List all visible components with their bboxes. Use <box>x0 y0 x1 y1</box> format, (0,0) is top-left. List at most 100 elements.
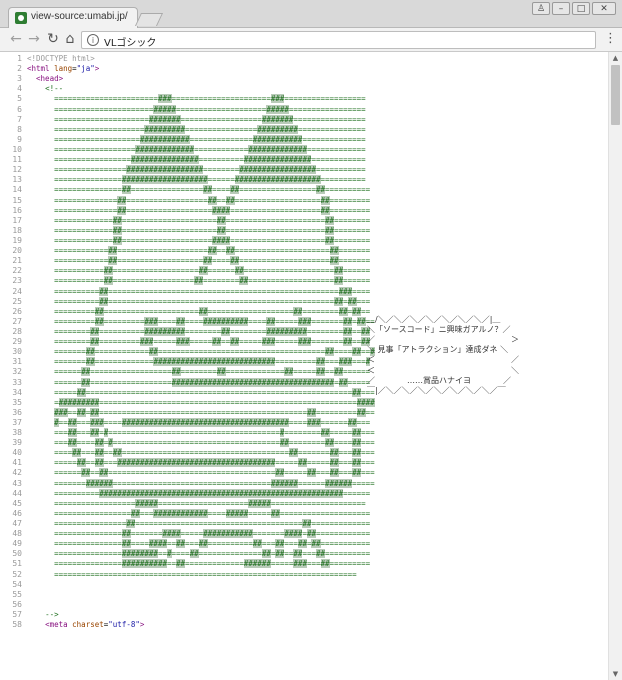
line-number: 20 <box>12 246 22 256</box>
line-code: ===========##===================##======… <box>54 266 371 276</box>
line-code: =====================#######============… <box>54 114 366 124</box>
line-code: =#########==============================… <box>54 397 375 407</box>
line-code: ==============##==================##==##… <box>54 195 371 205</box>
line-number: 7 <box>17 114 22 124</box>
source-line: 12 ================#################====… <box>0 165 608 175</box>
line-number: 32 <box>12 367 22 377</box>
close-button[interactable]: ✕ <box>592 2 616 15</box>
line-number: 13 <box>12 175 22 185</box>
minimize-button[interactable]: – <box>552 2 570 15</box>
line-number: 4 <box>17 84 22 94</box>
line-number: 10 <box>12 144 22 154</box>
source-line: 48 ===============##=======####=====####… <box>0 529 608 539</box>
line-code: ====================#########===========… <box>54 124 366 134</box>
line-code: ======================#####=============… <box>54 104 366 114</box>
line-code: ================#################=======… <box>54 165 366 175</box>
speech-bubble-line: ＼「ソースコード」ニ興味ガアルノ？／ <box>367 325 511 335</box>
line-code: =============##=====================##==… <box>54 225 371 235</box>
source-line: 13 ===============###################===… <box>0 175 608 185</box>
source-line: 6 ======================#####===========… <box>0 104 608 115</box>
line-code: =========##=====================##======… <box>54 306 371 316</box>
scroll-thumb[interactable] <box>611 65 620 125</box>
site-favicon-icon <box>15 12 27 24</box>
line-number: 41 <box>12 458 22 468</box>
address-bar[interactable]: i VLゴシック <box>81 31 596 49</box>
line-number: 14 <box>12 185 22 195</box>
line-code: =====##==##===##########################… <box>54 458 375 468</box>
speech-bubble-art: ＿/＼／＼／＼／＼／＼／＼／＼／|＿ ＼「ソースコード」ニ興味ガアルノ？／／ ＞ ＼… <box>367 315 522 396</box>
line-code: ===##====##=#===========================… <box>54 438 375 448</box>
line-code: ===============##########==##===========… <box>54 559 371 569</box>
line-code: <head> <box>36 74 64 84</box>
line-number: 1 <box>17 54 22 63</box>
scroll-up-icon[interactable]: ▲ <box>609 52 622 64</box>
reload-icon[interactable]: ↻ <box>45 31 61 47</box>
line-code: ==========##############################… <box>54 488 371 498</box>
line-code: ======##==================##========##==… <box>54 367 371 377</box>
source-line: 46 =================##===############===… <box>0 508 608 519</box>
source-line: 10 ==================#############======… <box>0 144 608 155</box>
line-number: 36 <box>12 407 22 417</box>
source-line: 15 ==============##==================##=… <box>0 195 608 206</box>
line-number: 15 <box>12 195 22 205</box>
line-number: 2 <box>17 64 22 74</box>
line-code: --> <box>45 610 59 620</box>
line-number: 39 <box>12 438 22 448</box>
source-line: 2 <html lang="ja"> <box>0 64 608 74</box>
line-code: ===============########==#====##========… <box>54 549 371 559</box>
info-icon[interactable]: i <box>87 34 99 46</box>
line-number: 11 <box>12 155 22 165</box>
line-number: 38 <box>12 428 22 438</box>
title-bar: view-source:umabi.jp/ ♙ – □ ✕ <box>0 0 622 28</box>
line-code: <!-- <box>45 84 64 94</box>
line-code: =======##=============##################… <box>54 357 371 367</box>
source-line: 8 ====================#########=========… <box>0 124 608 135</box>
source-view: 1 <!DOCTYPE html> 2 <html lang="ja"> 3 <head… <box>0 52 622 680</box>
line-code: ==================#############=========… <box>54 144 366 154</box>
source-line: 21 ============##===================##==… <box>0 256 608 266</box>
line-code: ======##==================##############… <box>54 377 371 387</box>
line-number: 42 <box>12 468 22 478</box>
line-code: ========================================… <box>54 569 357 579</box>
line-number: 9 <box>17 134 22 144</box>
line-number: 27 <box>12 316 22 326</box>
line-number: 47 <box>12 519 22 529</box>
line-number: 48 <box>12 529 22 539</box>
line-code: =================###############========… <box>54 155 366 165</box>
speech-bubble-line: ＜ ／ <box>367 355 519 365</box>
source-line: 50 ===============########==#====##=====… <box>0 549 608 559</box>
line-code: ===##===##=#============================… <box>54 428 375 438</box>
line-code: <meta charset="utf-8"> <box>45 620 145 630</box>
speech-bubble-line: ＼ 見事「アトラクション」達成ダネ ＼ <box>367 345 509 355</box>
line-code: ========##=========###=====###=====##==#… <box>54 337 371 347</box>
scroll-down-icon[interactable]: ▼ <box>609 668 622 680</box>
arrow-right-icon[interactable]: → <box>26 31 42 47</box>
source-line: 49 ===============##====####==##===##===… <box>0 539 608 549</box>
new-tab-button[interactable] <box>134 13 164 26</box>
user-profile-button[interactable]: ♙ <box>532 2 550 15</box>
line-number: 25 <box>12 296 22 306</box>
line-code: =====##=================================… <box>54 387 375 397</box>
source-line: 5 =======================###============… <box>0 94 608 104</box>
line-number: 44 <box>12 488 22 498</box>
browser-tab[interactable]: view-source:umabi.jp/ <box>8 7 138 28</box>
speech-bubble-line: ＿/＼／＼／＼／＼／＼／＼／＼／|＿ <box>367 315 501 324</box>
source-line: 9 ===================###########========… <box>0 134 608 145</box>
source-line: 52 =====================================… <box>0 570 608 580</box>
line-number: 37 <box>12 417 22 427</box>
line-code: ============##===================##====#… <box>54 256 371 266</box>
vertical-scrollbar[interactable]: ▲ ▼ <box>608 52 622 680</box>
line-number: 58 <box>12 620 22 630</box>
source-line: 24 ==========##=========================… <box>0 286 608 297</box>
address-text[interactable]: VLゴシック <box>104 34 156 49</box>
source-line: 57 --> <box>0 610 608 620</box>
line-code: ==========##============================… <box>54 296 371 306</box>
source-line: 42 ======##==##=========================… <box>0 468 608 478</box>
kebab-menu-icon[interactable]: ⋮ <box>604 31 617 47</box>
maximize-button[interactable]: □ <box>572 2 590 15</box>
source-line: 40 ====##===##==##======================… <box>0 448 608 458</box>
line-number: 21 <box>12 256 22 266</box>
line-number: 29 <box>12 337 22 347</box>
arrow-left-icon[interactable]: ← <box>8 31 24 47</box>
home-icon[interactable]: ⌂ <box>62 31 78 47</box>
